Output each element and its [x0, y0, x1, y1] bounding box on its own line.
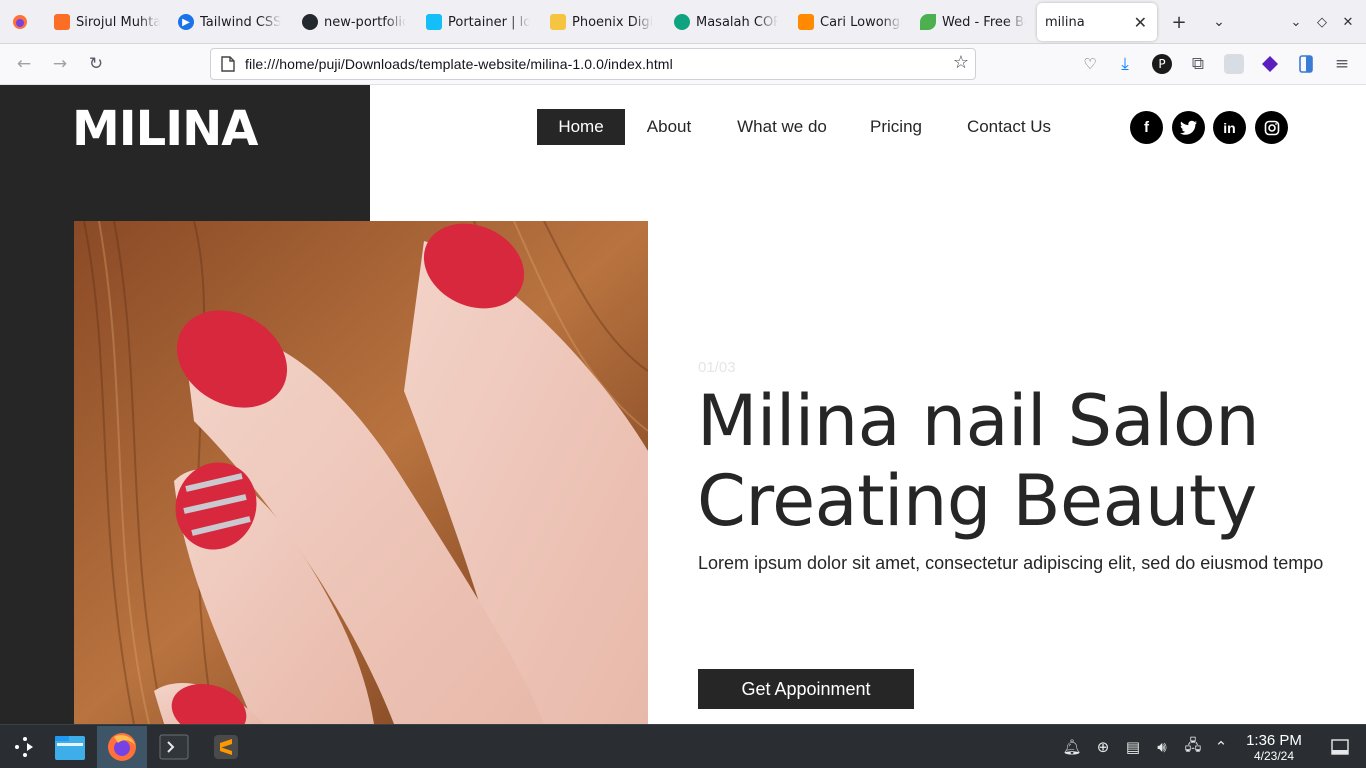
tray-expand-icon[interactable]: ⌃ — [1211, 737, 1231, 757]
minimize-icon[interactable]: ⌄ — [1282, 8, 1310, 36]
hero-description: Lorem ipsum dolor sit amet, consectetur … — [698, 553, 1324, 573]
tab-portainer[interactable]: Portainer | lo — [426, 3, 530, 41]
hero-image — [74, 221, 648, 724]
twitter-icon[interactable] — [1172, 111, 1205, 144]
bookmark-star-icon[interactable]: ☆ — [953, 52, 969, 73]
tailwind-icon: ▶ — [178, 14, 194, 30]
clipboard-icon[interactable]: ▤ — [1123, 737, 1143, 757]
tab-bar: Sirojul Muhta ▶ Tailwind CSS new-portfol… — [0, 0, 1366, 44]
nails-photo — [74, 221, 648, 724]
leaf-icon — [920, 14, 936, 30]
url-text[interactable]: file:///home/puji/Downloads/template-web… — [245, 56, 673, 72]
list-tabs-icon[interactable]: ⌄ — [1205, 8, 1233, 36]
app-launcher-icon[interactable] — [0, 726, 50, 768]
firefox-icon[interactable] — [97, 726, 147, 768]
navigation-toolbar: ← → ↻ file:///home/puji/Downloads/templa… — [0, 44, 1366, 85]
nav-what-we-do[interactable]: What we do — [722, 109, 842, 145]
tab-tailwind[interactable]: ▶ Tailwind CSS — [178, 3, 282, 41]
phoenix-icon — [550, 14, 566, 30]
maximize-icon[interactable]: ◇ — [1308, 8, 1336, 36]
volume-icon[interactable]: 🔊︎ — [1152, 737, 1172, 757]
site-logo[interactable]: MILINA — [72, 101, 258, 157]
extension-device-icon[interactable] — [1296, 54, 1316, 74]
menu-hamburger-icon[interactable]: ≡ — [1329, 51, 1355, 77]
instagram-icon[interactable] — [1255, 111, 1288, 144]
firefox-view-icon[interactable] — [6, 8, 34, 36]
tab-phoenix[interactable]: Phoenix Digi — [550, 3, 654, 41]
notifications-bell-icon[interactable]: 🔔︎ — [1062, 737, 1082, 757]
get-appointment-button[interactable]: Get Appoinment — [698, 669, 914, 709]
portainer-icon — [426, 14, 442, 30]
close-tab-icon[interactable]: ✕ — [1134, 13, 1147, 32]
file-manager-icon[interactable] — [45, 726, 95, 768]
close-window-icon[interactable]: ✕ — [1334, 8, 1362, 36]
nav-pricing[interactable]: Pricing — [858, 109, 934, 145]
tab-github[interactable]: new-portfolio — [302, 3, 406, 41]
extensions-puzzle-icon[interactable]: ⧉ — [1185, 51, 1211, 77]
show-desktop-icon[interactable] — [1330, 737, 1350, 757]
network-icon[interactable]: 🖧︎ — [1183, 736, 1203, 757]
new-tab-icon[interactable]: + — [1165, 8, 1193, 36]
update-icon[interactable]: ⊕ — [1093, 737, 1113, 757]
downloads-icon[interactable]: ⤓ — [1112, 51, 1138, 77]
tab-milina[interactable]: milina ✕ — [1037, 3, 1157, 41]
headline-line-1: Milina nail Salon — [697, 380, 1260, 462]
website-viewport: MILINA Home About What we do Pricing Con… — [0, 85, 1366, 724]
facebook-icon[interactable]: f — [1130, 111, 1163, 144]
job-icon — [798, 14, 814, 30]
system-taskbar: 🔔︎ ⊕ ▤ 🔊︎ 🖧︎ ⌃ 1:36 PM 4/23/24 — [0, 724, 1366, 768]
tab-lowongan[interactable]: Cari Lowonga — [798, 3, 902, 41]
sublime-text-icon[interactable] — [201, 726, 251, 768]
page-icon — [221, 56, 235, 72]
url-bar[interactable]: file:///home/puji/Downloads/template-web… — [210, 48, 976, 80]
linkedin-icon[interactable]: in — [1213, 111, 1246, 144]
nav-contact-us[interactable]: Contact Us — [950, 109, 1068, 145]
nav-home[interactable]: Home — [537, 109, 625, 145]
tab-masalah[interactable]: Masalah COR — [674, 3, 778, 41]
headline-line-2: Creating Beauty — [697, 460, 1257, 542]
extension-p-icon[interactable]: P — [1152, 54, 1172, 74]
tab-wed[interactable]: Wed - Free Bo — [920, 3, 1026, 41]
hero-headline: Milina nail Salon Creating Beauty — [697, 380, 1260, 542]
nav-about[interactable]: About — [634, 109, 704, 145]
clock-date: 4/23/24 — [1253, 749, 1295, 763]
reload-icon[interactable]: ↻ — [83, 51, 109, 77]
clock[interactable]: 1:36 PM 4/23/24 — [1238, 732, 1310, 764]
slide-counter: 01/03 — [698, 359, 736, 376]
chatgpt-icon — [674, 14, 690, 30]
gitlab-icon — [54, 14, 70, 30]
clock-time: 1:36 PM — [1246, 732, 1302, 749]
extension-grid-icon[interactable] — [1224, 54, 1244, 74]
pocket-icon[interactable]: ♡ — [1077, 51, 1103, 77]
forward-icon[interactable]: → — [47, 51, 73, 77]
tab-gitlab[interactable]: Sirojul Muhta — [54, 3, 160, 41]
back-icon[interactable]: ← — [11, 51, 37, 77]
terminal-icon[interactable] — [149, 726, 199, 768]
github-icon — [302, 14, 318, 30]
side-dark-panel — [0, 221, 74, 724]
extension-stack-icon[interactable] — [1260, 54, 1280, 74]
